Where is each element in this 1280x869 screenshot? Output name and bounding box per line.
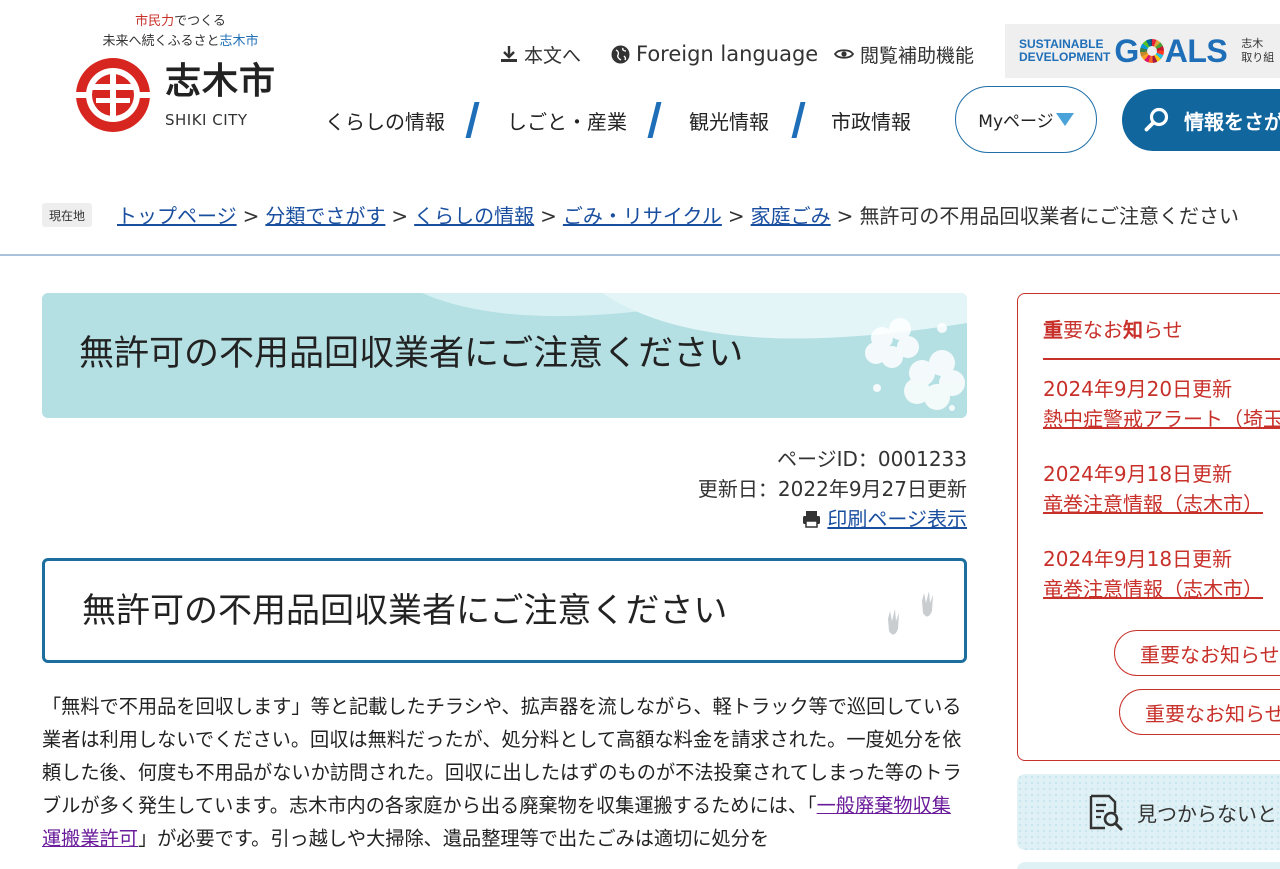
page-id: ページID：0001233: [777, 447, 967, 471]
globe-icon: [611, 45, 630, 63]
sdgs-side-line: 取り組: [1241, 51, 1275, 64]
nav-divider: [791, 102, 806, 138]
notice-date: 2024年9月18日更新: [1043, 547, 1233, 571]
title-part: 知: [1123, 318, 1143, 342]
skip-to-content-label: 本文へ: [524, 44, 582, 67]
notice-item: 2024年9月18日更新 竜巻注意情報（志木市）: [1043, 459, 1263, 519]
logo-text-en[interactable]: SHIKI CITY: [165, 110, 247, 130]
section-heading: 無許可の不用品回収業者にご注意ください: [82, 591, 728, 631]
breadcrumb: トップページ > 分類でさがす > くらしの情報 > ごみ・リサイクル > 家庭ごみ > 無許可の不…: [117, 202, 1239, 230]
page-title: 無許可の不用品回収業者にご注意ください: [79, 334, 744, 374]
breadcrumb-link-living[interactable]: くらしの情報: [414, 204, 534, 228]
sdgs-line: DEVELOPMENT: [1019, 50, 1111, 64]
article-text: 」が必要です。引っ越しや大掃除、遺品整理等で出たごみは適切に処分を: [137, 827, 770, 850]
not-found-help-label: 見つからないとき: [1137, 801, 1280, 826]
document-search-icon: [1089, 794, 1123, 831]
page-meta: ページID：0001233 更新日：2022年9月27日更新 印刷ページ表示: [698, 444, 967, 536]
footprints-icon: [888, 591, 933, 635]
mypage-label: Myページ: [978, 112, 1054, 132]
search-button-label: 情報をさがす: [1184, 109, 1280, 134]
printer-icon: [803, 511, 821, 528]
title-part: 重: [1043, 318, 1063, 342]
notice-date: 2024年9月20日更新: [1043, 377, 1233, 401]
breadcrumb-link-household[interactable]: 家庭ごみ: [751, 204, 831, 228]
notice-item: 2024年9月20日更新 熱中症警戒アラート（埼玉: [1043, 374, 1280, 434]
nav-item-city-admin[interactable]: 市政情報: [831, 100, 911, 140]
sdgs-banner[interactable]: SUSTAINABLE DEVELOPMENT G ALS 志木 取り組: [1005, 24, 1280, 78]
breadcrumb-link-category[interactable]: 分類でさがす: [265, 204, 385, 228]
breadcrumb-link-garbage[interactable]: ごみ・リサイクル: [563, 204, 722, 228]
important-notices-list-button[interactable]: 重要なお知らせ: [1114, 630, 1280, 676]
important-notices-title: 重要なお知らせ: [1043, 316, 1183, 344]
sdgs-small-text: SUSTAINABLE DEVELOPMENT: [1019, 38, 1110, 64]
notice-item: 2024年9月18日更新 竜巻注意情報（志木市）: [1043, 544, 1263, 604]
search-icon: [1144, 107, 1169, 132]
breadcrumb-current: 無許可の不用品回収業者にご注意ください: [859, 204, 1240, 228]
accessibility-tools-link[interactable]: 閲覧補助機能: [834, 40, 974, 68]
breadcrumb-link-top[interactable]: トップページ: [117, 204, 237, 228]
breadcrumb-current-location-label: 現在地: [42, 203, 92, 227]
sdgs-goals-wordmark: G ALS: [1114, 33, 1227, 70]
article-body: 「無料で不用品を回収します」等と記載したチラシや、拡声器を流しながら、軽トラック…: [42, 690, 967, 855]
nav-item-living[interactable]: くらしの情報: [325, 100, 445, 140]
important-notices-panel: 重要なお知らせ 2024年9月20日更新 熱中症警戒アラート（埼玉 2024年9…: [1017, 293, 1280, 761]
print-page-link[interactable]: 印刷ページ表示: [802, 504, 967, 534]
title-part: らせ: [1143, 318, 1183, 342]
not-found-help-button[interactable]: 見つからないとき: [1017, 774, 1280, 850]
header-divider: [0, 254, 1280, 256]
title-part: 要なお: [1063, 318, 1123, 342]
breadcrumb-separator: >: [836, 204, 854, 228]
notice-divider: [1043, 358, 1280, 360]
mypage-button[interactable]: Myページ: [955, 86, 1097, 153]
nav-divider: [465, 102, 480, 138]
nav-divider: [647, 102, 662, 138]
foreign-language-label: Foreign language: [636, 42, 819, 66]
download-icon: [501, 46, 517, 62]
nav-item-tourism[interactable]: 観光情報: [689, 100, 769, 140]
sidebar-next-panel: [1017, 862, 1280, 869]
city-emblem-icon[interactable]: [74, 56, 152, 134]
page-title-banner: 無許可の不用品回収業者にご注意ください: [42, 293, 967, 418]
skip-to-content-link[interactable]: 本文へ: [500, 40, 581, 68]
tagline-part: でつくる: [174, 14, 226, 29]
sdgs-goals-rest: ALS: [1164, 32, 1228, 69]
sdgs-side-text: 志木 取り組: [1241, 37, 1274, 65]
sdgs-goals-g: G: [1114, 32, 1139, 69]
search-button[interactable]: 情報をさがす: [1122, 89, 1280, 151]
site-tagline: 市民力でつくる 未来へ続くふるさと志木市: [88, 12, 273, 52]
breadcrumb-separator: >: [391, 204, 409, 228]
sdgs-side-line: 志木: [1241, 37, 1264, 50]
notice-link[interactable]: 竜巻注意情報（志木市）: [1043, 489, 1263, 519]
breadcrumb-separator: >: [727, 204, 745, 228]
print-page-label: 印刷ページ表示: [827, 507, 967, 531]
sdgs-wheel-icon: [1139, 39, 1164, 63]
breadcrumb-separator: >: [540, 204, 557, 228]
tagline-part: 未来へ続くふるさと: [102, 34, 220, 49]
tagline-part: 志木市: [219, 34, 259, 49]
chevron-down-icon: [1055, 113, 1074, 126]
notice-link[interactable]: 竜巻注意情報（志木市）: [1043, 574, 1263, 604]
foreign-language-link[interactable]: Foreign language: [611, 40, 818, 68]
section-heading-box: 無許可の不用品回収業者にご注意ください: [42, 558, 967, 663]
updated-date: 更新日：2022年9月27日更新: [697, 477, 967, 501]
logo-text-ja[interactable]: 志木市: [165, 60, 276, 104]
accessibility-tools-label: 閲覧補助機能: [860, 44, 975, 67]
eye-icon: [834, 49, 854, 59]
tagline-part: 市民力: [135, 14, 175, 29]
notice-link[interactable]: 熱中症警戒アラート（埼玉: [1043, 404, 1280, 434]
nav-item-work[interactable]: しごと・産業: [507, 100, 627, 140]
notice-date: 2024年9月18日更新: [1043, 462, 1233, 486]
breadcrumb-separator: >: [242, 204, 260, 228]
important-notices-archive-button[interactable]: 重要なお知らせ: [1119, 689, 1280, 735]
